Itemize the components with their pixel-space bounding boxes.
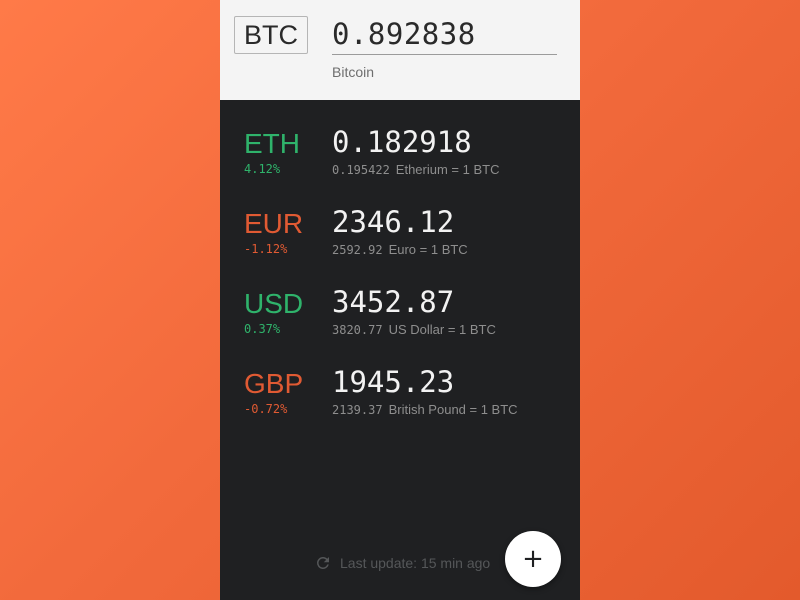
rate-label: Euro = 1 BTC [388,242,468,257]
converted-value: 2346.12 [332,205,455,239]
rate-code: ETH [244,128,300,159]
base-currency-selector[interactable]: BTC [234,16,308,54]
base-currency-name: Bitcoin [332,64,375,80]
rate-number: 2139.37 [332,403,383,417]
rates-list: ETH 4.12% 0.182918 0.195422 Etherium = 1 … [220,100,580,420]
add-currency-button[interactable]: + [505,531,561,587]
rate-change: 0.37% [244,322,281,336]
rate-row-gbp[interactable]: GBP -0.72% 1945.23 2139.37 British Pound … [220,340,580,420]
rate-row-usd[interactable]: USD 0.37% 3452.87 3820.77 US Dollar = 1 B… [220,260,580,340]
last-update-status: Last update: 15 min ago [314,552,490,574]
refresh-icon[interactable] [314,554,332,572]
converted-value: 0.182918 [332,125,472,159]
rate-number: 0.195422 [332,163,390,177]
converted-value: 3452.87 [332,285,455,319]
rate-number: 3820.77 [332,323,383,337]
rate-code: USD [244,288,304,319]
rate-label: British Pound = 1 BTC [388,402,518,417]
rate-change: 4.12% [244,162,281,176]
converted-value: 1945.23 [332,365,455,399]
rate-row-eur[interactable]: EUR -1.12% 2346.12 2592.92 Euro = 1 BTC [220,180,580,260]
rate-change: -0.72% [244,402,288,416]
last-update-text: Last update: 15 min ago [340,555,491,571]
base-currency-header: BTC Bitcoin [220,0,580,100]
rate-number: 2592.92 [332,243,383,257]
rate-label: US Dollar = 1 BTC [388,322,496,337]
exchange-rate: 3820.77 US Dollar = 1 BTC [332,322,496,337]
exchange-rate: 2592.92 Euro = 1 BTC [332,242,468,257]
plus-icon: + [522,544,544,574]
rate-label: Etherium = 1 BTC [395,162,500,177]
base-amount-input[interactable] [332,14,557,55]
exchange-rate: 0.195422 Etherium = 1 BTC [332,162,499,177]
exchange-rate: 2139.37 British Pound = 1 BTC [332,402,518,417]
rate-code: GBP [244,368,304,399]
rate-change: -1.12% [244,242,288,256]
rate-code: EUR [244,208,304,239]
converter-panel: BTC Bitcoin ETH 4.12% 0.182918 0.195422E… [220,0,580,600]
rate-row-eth[interactable]: ETH 4.12% 0.182918 0.195422 Etherium = 1 … [220,100,580,180]
